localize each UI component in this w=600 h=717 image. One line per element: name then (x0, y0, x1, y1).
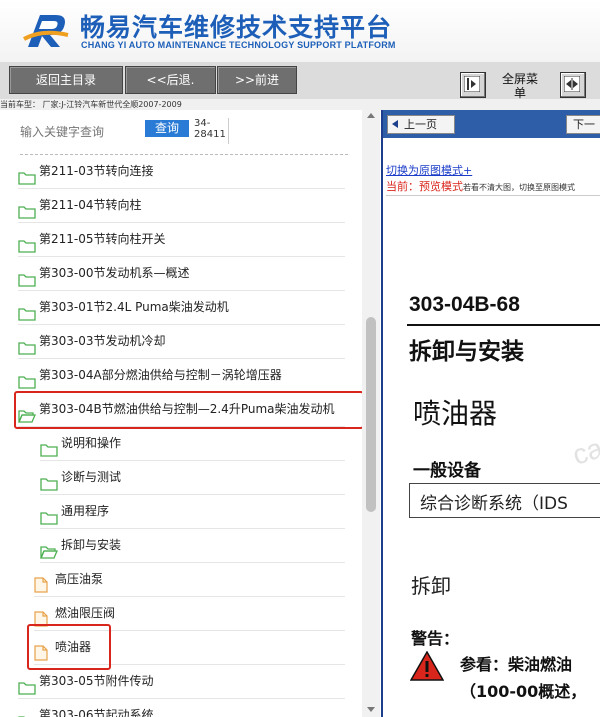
tree-item[interactable]: 第211-03节转向连接 (18, 154, 345, 189)
scroll-thumb[interactable] (366, 317, 376, 512)
doc-warning-title: 警告： (411, 629, 460, 648)
logo-icon (23, 15, 69, 47)
tree-item-label: 第211-03节转向连接 (39, 164, 154, 178)
tree-item[interactable]: 第211-05节转向柱开关 (18, 222, 345, 257)
doc-equipment-title: 一般设备 (413, 461, 481, 481)
doc-warning-line: 参看：柴油燃油 (460, 655, 573, 674)
warning-icon (410, 651, 444, 681)
doc-equipment-item: 综合诊断系统（IDS (420, 494, 568, 514)
divider (228, 118, 229, 144)
tree-item[interactable]: 第303-01节2.4L Puma柴油发动机 (18, 290, 345, 325)
tree-item-label: 第303-06节起动系统 (39, 708, 154, 717)
doc-part-title: 喷油器 (413, 397, 498, 430)
current-mode-value: 预览模式 (419, 180, 463, 193)
current-mode-text: 当前：预览模式若看不清大图，切换至原图模式 (386, 178, 575, 194)
tree-item[interactable]: 第211-04节转向柱 (18, 188, 345, 223)
doc-equipment-table: 综合诊断系统（IDS (409, 483, 600, 518)
home-button[interactable]: 返回主目录 (9, 66, 123, 94)
viewer-nav-bar: 上一页 下一 (383, 110, 600, 138)
tree-item-label: 第303-03节发动机冷却 (39, 334, 166, 348)
tree-item-label: 说明和操作 (61, 436, 122, 450)
tree-item-label: 拆卸与安装 (61, 538, 122, 552)
switch-mode-link[interactable]: 切换为原图模式+ (386, 162, 472, 178)
tree-item[interactable]: 说明和操作 (40, 426, 345, 461)
doc-rule (407, 324, 600, 326)
doc-warning-line: （100-00概述， (460, 682, 587, 701)
expand-panel-button[interactable] (560, 72, 586, 98)
tree-item[interactable]: 第303-00节发动机系—概述 (18, 256, 345, 291)
tree-item-label: 通用程序 (61, 504, 110, 518)
app-title: 畅易汽车维修技术支持平台 (80, 13, 393, 42)
doc-watermark: ca (568, 432, 600, 471)
tree-item-label: 第303-01节2.4L Puma柴油发动机 (39, 300, 229, 314)
next-page-button[interactable]: 下一 (566, 115, 600, 134)
back-button[interactable]: <<后退. (125, 66, 216, 94)
prev-page-button[interactable]: 上一页 (387, 115, 455, 134)
divider (386, 195, 600, 196)
current-mode-hint: 若看不清大图，切换至原图模式 (463, 183, 575, 192)
tree-item-label: 诊断与测试 (61, 470, 122, 484)
folder-icon (18, 708, 36, 717)
selected-item-highlight (27, 624, 111, 670)
app-subtitle: CHANG YI AUTO MAINTENANCE TECHNOLOGY SUP… (81, 40, 396, 50)
current-mode-label: 当前： (386, 180, 419, 193)
tree-item-label: 第303-04A部分燃油供给与控制－涡轮增压器 (39, 368, 282, 382)
search-button[interactable]: 查询 (145, 120, 189, 137)
tree-item-label: 高压油泵 (55, 572, 104, 586)
vehicle-info: 当前车型： 厂家:J-江铃汽车新世代全顺2007-2009 (0, 99, 600, 110)
search-input[interactable] (18, 121, 140, 143)
tree-item-label: 第211-05节转向柱开关 (39, 232, 166, 246)
page-code: 34-28411 (194, 118, 226, 140)
prev-page-label: 上一页 (404, 118, 437, 131)
doc-section-title: 拆卸与安装 (409, 339, 524, 365)
tree-item[interactable]: 诊断与测试 (40, 460, 345, 495)
fullscreen-menu-label[interactable]: 全屏菜单 (500, 72, 540, 100)
catalog-scrollbar[interactable] (362, 110, 380, 717)
tree-item[interactable]: 第303-06节起动系统 (18, 698, 345, 717)
scroll-up-arrow-icon[interactable] (367, 113, 375, 118)
tree-item[interactable]: 通用程序 (40, 494, 345, 529)
left-arrow-icon (392, 120, 398, 128)
scroll-down-arrow-icon[interactable] (367, 707, 375, 712)
forward-button[interactable]: >>前进 (217, 66, 297, 94)
split-arrows-icon (564, 76, 580, 92)
tree-item[interactable]: 第303-04A部分燃油供给与控制－涡轮增压器 (18, 358, 345, 393)
doc-removal-heading: 拆卸 (411, 574, 451, 598)
doc-page-code: 303-04B-68 (409, 293, 520, 316)
app-header: 畅易汽车维修技术支持平台 CHANG YI AUTO MAINTENANCE T… (0, 0, 600, 63)
selected-section-highlight (14, 391, 364, 429)
tree-item-label: 第211-04节转向柱 (39, 198, 142, 212)
tree-item[interactable]: 拆卸与安装 (40, 528, 345, 563)
panel-arrow-icon (464, 76, 480, 92)
doc-warning-text: 参看：柴油燃油 （100-00概述， (460, 651, 586, 705)
tree-item-label: 第303-00节发动机系—概述 (39, 266, 190, 280)
collapse-panel-button[interactable] (460, 72, 486, 98)
tree-item[interactable]: 第303-03节发动机冷却 (18, 324, 345, 359)
document-viewer: 上一页 下一 切换为原图模式+ 当前：预览模式若看不清大图，切换至原图模式 30… (381, 110, 600, 717)
search-bar: 查询 34-28411 (0, 118, 360, 148)
tree-item[interactable]: 高压油泵 (34, 562, 345, 597)
